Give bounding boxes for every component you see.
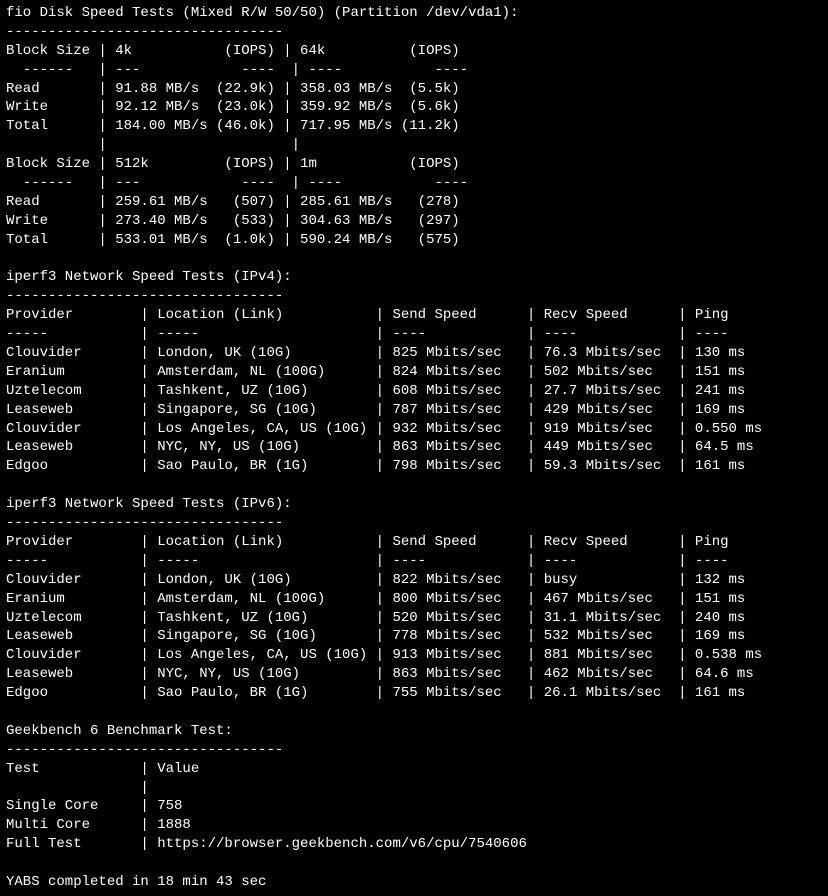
- terminal-output: fio Disk Speed Tests (Mixed R/W 50/50) (…: [0, 0, 828, 896]
